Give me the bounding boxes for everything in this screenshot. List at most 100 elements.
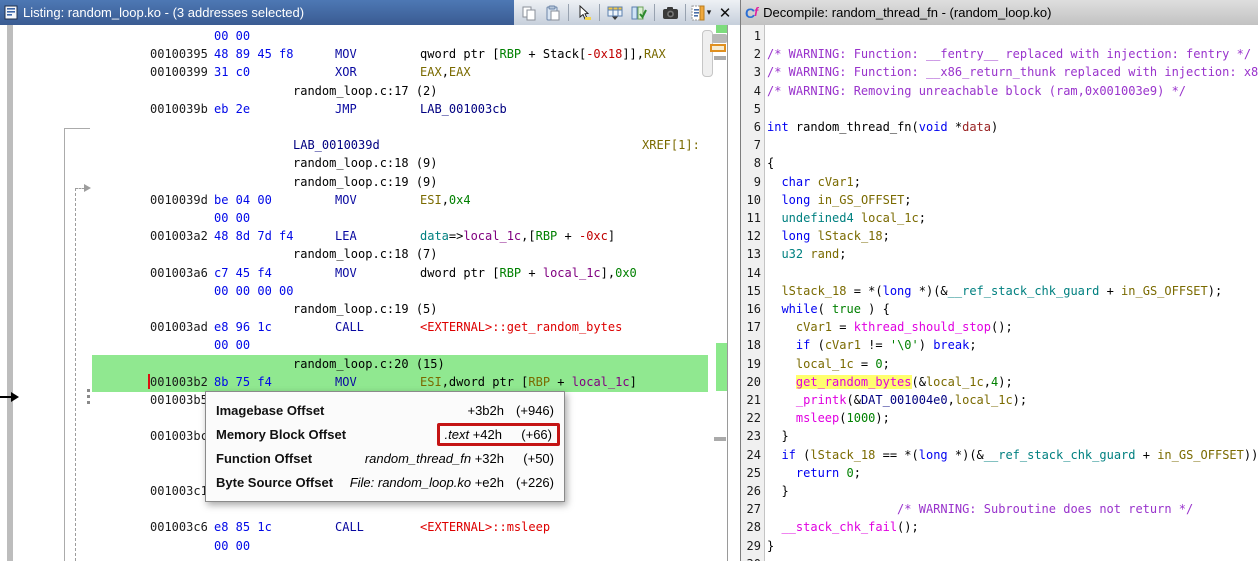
- decompile-token[interactable]: [767, 357, 796, 371]
- listing-token[interactable]: ]: [608, 229, 615, 243]
- listing-token[interactable]: 001003b5: [150, 391, 208, 409]
- listing-token[interactable]: MOV: [335, 264, 357, 282]
- listing-token[interactable]: data=>local_1c,[RBP + -0xc]: [420, 227, 615, 245]
- decompile-line[interactable]: /* WARNING: Function: __fentry__ replace…: [767, 45, 1251, 63]
- listing-token[interactable]: random_loop.c:18 (9): [293, 154, 438, 172]
- decompile-token[interactable]: get_random_bytes: [795, 374, 912, 389]
- decompile-token[interactable]: ;: [919, 211, 926, 225]
- decompile-token[interactable]: _printk: [796, 393, 847, 407]
- listing-token[interactable]: ESI: [420, 375, 442, 389]
- decompile-token[interactable]: /* WARNING: Function: __x86_return_thunk…: [767, 65, 1258, 79]
- decompile-token[interactable]: break: [933, 338, 969, 352]
- decompile-token[interactable]: );: [875, 411, 889, 425]
- listing-row[interactable]: 00 00 00 00: [0, 282, 740, 300]
- decompile-token[interactable]: [767, 302, 781, 316]
- listing-row[interactable]: 00 00: [0, 209, 740, 227]
- listing-token[interactable]: + Stack[: [521, 47, 586, 61]
- decompile-token[interactable]: =: [832, 320, 854, 334]
- listing-token[interactable]: 001003ad: [150, 318, 208, 336]
- decompile-token[interactable]: cVar1: [825, 338, 861, 352]
- decompile-line[interactable]: _printk(&DAT_001004e0,local_1c);: [767, 391, 1027, 409]
- decompile-line[interactable]: if (lStack_18 == *(long *)(&__ref_stack_…: [767, 446, 1258, 464]
- decompile-line[interactable]: return 0;: [767, 464, 861, 482]
- decompile-line[interactable]: undefined4 local_1c;: [767, 209, 926, 227]
- decompile-token[interactable]: ();: [897, 520, 919, 534]
- decompile-token[interactable]: [789, 120, 796, 134]
- listing-token[interactable]: +: [550, 375, 572, 389]
- decompile-token[interactable]: ;: [854, 466, 861, 480]
- decompile-token[interactable]: }: [767, 484, 788, 498]
- listing-token[interactable]: 0x4: [449, 193, 471, 207]
- decompile-token[interactable]: ;: [839, 247, 846, 261]
- decompile-token[interactable]: in_GS_OFFSET: [1121, 284, 1208, 298]
- decompile-token[interactable]: (&: [912, 375, 926, 389]
- listing-token[interactable]: 31 c0: [214, 63, 250, 81]
- listing-token[interactable]: JMP: [335, 100, 357, 118]
- decompile-token[interactable]: int: [767, 120, 789, 134]
- listing-token[interactable]: XOR: [335, 63, 357, 81]
- decompile-token[interactable]: __ref_stack_chk_guard: [984, 448, 1136, 462]
- listing-token[interactable]: RBP: [499, 266, 521, 280]
- listing-row[interactable]: 0010039b eb 2e JMP LAB_001003cb: [0, 100, 740, 118]
- listing-token[interactable]: MOV: [335, 45, 357, 63]
- listing-token[interactable]: CALL: [335, 518, 364, 536]
- listing-token[interactable]: LAB_001003cb: [420, 102, 507, 116]
- decompile-token[interactable]: /* WARNING: Function: __fentry__ replace…: [767, 47, 1251, 61]
- decompile-token[interactable]: [839, 466, 846, 480]
- decompile-token[interactable]: [767, 338, 796, 352]
- decompile-token[interactable]: rand: [810, 247, 839, 261]
- decompile-token[interactable]: = *(: [846, 284, 883, 298]
- decompile-token[interactable]: (&: [846, 393, 860, 407]
- listing-token[interactable]: 001003a2: [150, 227, 208, 245]
- listing-token[interactable]: 00 00: [214, 537, 250, 555]
- listing-token[interactable]: <EXTERNAL>::get_random_bytes: [420, 318, 622, 336]
- decompile-token[interactable]: [767, 466, 796, 480]
- listing-token[interactable]: LEA: [335, 227, 357, 245]
- listing-token[interactable]: ],: [601, 266, 615, 280]
- decompile-token[interactable]: 1000: [847, 411, 876, 425]
- listing-row[interactable]: 001003ad e8 96 1c CALL <EXTERNAL>::get_rand…: [0, 318, 740, 336]
- listing-token[interactable]: EAX: [449, 65, 471, 79]
- decompile-token[interactable]: ) {: [861, 302, 890, 316]
- decompile-token[interactable]: == *(: [875, 448, 919, 462]
- listing-row[interactable]: random_loop.c:20 (15): [0, 354, 740, 374]
- listing-token[interactable]: e8 85 1c: [214, 518, 272, 536]
- listing-token[interactable]: ,: [442, 65, 449, 79]
- listing-header[interactable]: Listing: random_loop.ko - (3 addresses s…: [0, 0, 740, 25]
- listing-token[interactable]: 00100399: [150, 63, 208, 81]
- decompile-token[interactable]: *)(&: [912, 284, 948, 298]
- listing-token[interactable]: ,[: [521, 229, 535, 243]
- decompile-token[interactable]: [767, 502, 897, 516]
- listing-token[interactable]: <EXTERNAL>::get_random_bytes: [420, 320, 622, 334]
- listing-token[interactable]: -0xc: [579, 229, 608, 243]
- decompile-token[interactable]: =: [854, 357, 876, 371]
- listing-row[interactable]: 001003b2 8b 75 f4 MOV ESI,dword ptr [RBP + …: [0, 372, 740, 392]
- decompile-token[interactable]: if: [781, 448, 795, 462]
- decompile-token[interactable]: )) {: [1244, 448, 1258, 462]
- decompile-token[interactable]: [767, 211, 781, 225]
- decompile-token[interactable]: [767, 448, 781, 462]
- decompile-token[interactable]: ,: [948, 393, 955, 407]
- listing-row[interactable]: 00 00: [0, 336, 740, 354]
- decompile-token[interactable]: ;: [854, 175, 861, 189]
- decompile-token[interactable]: long: [919, 448, 948, 462]
- listing-token[interactable]: LAB_001003cb: [420, 100, 507, 118]
- decompile-line[interactable]: lStack_18 = *(long *)(&__ref_stack_chk_g…: [767, 282, 1222, 300]
- listing-row[interactable]: LAB_0010039d XREF[1]:: [0, 136, 740, 154]
- listing-token[interactable]: random_loop.c:18 (7): [293, 245, 438, 263]
- listing-token[interactable]: dword ptr [RBP + local_1c],0x0: [420, 264, 637, 282]
- decompile-token[interactable]: (: [912, 120, 919, 134]
- listing-token[interactable]: ESI: [420, 193, 442, 207]
- decompile-token[interactable]: local_1c: [926, 375, 984, 389]
- decompile-token[interactable]: data: [962, 120, 991, 134]
- decompile-token[interactable]: !=: [861, 338, 890, 352]
- decompile-token[interactable]: }: [767, 429, 788, 443]
- listing-row[interactable]: 001003a6 c7 45 f4 MOV dword ptr [RBP + loca…: [0, 264, 740, 282]
- listing-token[interactable]: MOV: [335, 373, 357, 391]
- decompile-token[interactable]: );: [998, 375, 1012, 389]
- decompile-token[interactable]: [767, 375, 796, 389]
- decompile-token[interactable]: lStack_18: [810, 448, 875, 462]
- decompile-token[interactable]: /* WARNING: Removing unreachable block (…: [767, 84, 1186, 98]
- decompile-token[interactable]: ,: [984, 375, 991, 389]
- paste-button[interactable]: [541, 2, 565, 23]
